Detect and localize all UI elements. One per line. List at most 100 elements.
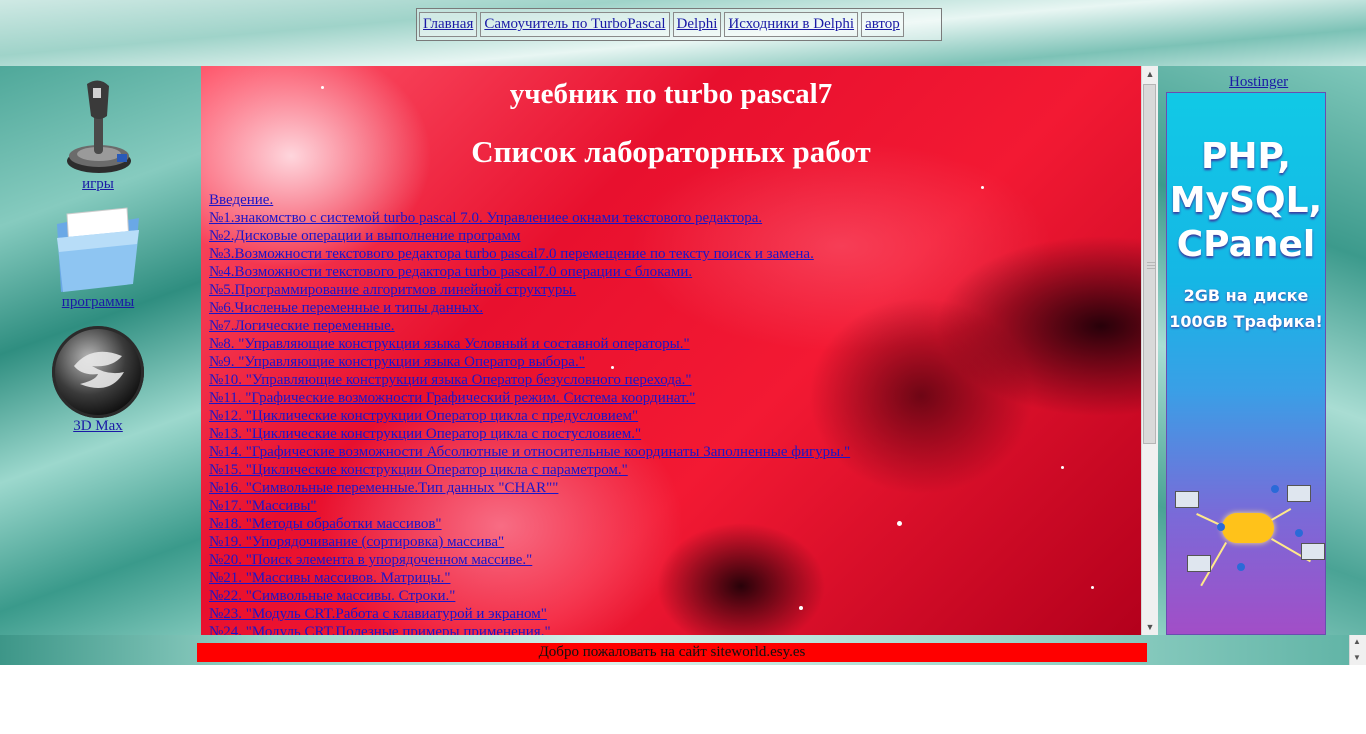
lab-list-item: №3.Возможности текстового редактора turb… <box>209 245 850 263</box>
main-scrollbar[interactable]: ▲ — — — ▼ <box>1141 66 1158 635</box>
lab-link[interactable]: №14. "Графические возможности Абсолютные… <box>209 444 850 460</box>
lab-list-item: Введение. <box>209 191 850 209</box>
scroll-up-arrow-icon[interactable]: ▲ <box>1142 66 1158 82</box>
lab-list-item: №5.Программирование алгоритмов линейной … <box>209 281 850 299</box>
sidebar-item-programs-label[interactable]: программы <box>18 294 178 311</box>
lab-list-item: №2.Дисковые операции и выполнение програ… <box>209 227 850 245</box>
lab-link[interactable]: №7.Логические переменные. <box>209 318 395 334</box>
sidebar-item-programs[interactable]: программы <box>18 204 178 311</box>
labs-list: Введение. №1.знакомство с системой turbo … <box>209 191 850 635</box>
nav-author-link[interactable]: автор <box>861 12 904 37</box>
top-nav: Главная Самоучитель по TurboPascal Delph… <box>416 8 942 41</box>
laptop-icon <box>1301 543 1325 560</box>
lab-link[interactable]: №8. "Управляющие конструкции языка Услов… <box>209 336 690 352</box>
network-node-icon <box>1271 485 1279 493</box>
3dmax-logo-icon[interactable] <box>52 326 144 418</box>
lab-list-item: №20. "Поиск элемента в упорядоченном мас… <box>209 551 850 569</box>
nav-delphi-sources-link[interactable]: Исходники в Delphi <box>724 12 859 37</box>
folder-icon[interactable] <box>53 204 143 294</box>
lab-list-item: №18. "Методы обработки массивов" <box>209 515 850 533</box>
lab-link[interactable]: №3.Возможности текстового редактора turb… <box>209 246 814 262</box>
lab-list-item: №15. "Циклические конструкции Оператор ц… <box>209 461 850 479</box>
nav-turbopascal-link[interactable]: Самоучитель по TurboPascal <box>480 12 670 37</box>
lab-list-item: №24. "Модуль CRT.Полезные примеры примен… <box>209 623 850 635</box>
lab-link[interactable]: №4.Возможности текстового редактора turb… <box>209 264 692 280</box>
lab-link[interactable]: №16. "Символьные переменные.Тип данных "… <box>209 480 558 496</box>
lab-list-item: №6.Численые переменные и типы данных. <box>209 299 850 317</box>
lab-link[interactable]: №5.Программирование алгоритмов линейной … <box>209 282 576 298</box>
lab-link[interactable]: №21. "Массивы массивов. Матрицы." <box>209 570 451 586</box>
lab-list-item: №7.Логические переменные. <box>209 317 850 335</box>
lab-list-item: №8. "Управляющие конструкции языка Услов… <box>209 335 850 353</box>
star-decoration <box>1091 586 1094 589</box>
ad-headline: PHP, MySQL, CPanel <box>1167 135 1325 267</box>
star-decoration <box>897 521 902 526</box>
lab-list-item: №4.Возможности текстового редактора turb… <box>209 263 850 281</box>
network-node-icon <box>1217 523 1225 531</box>
cloud-icon <box>1222 513 1274 543</box>
lab-link[interactable]: Введение. <box>209 192 273 208</box>
ad-headline-line: PHP, <box>1201 136 1291 177</box>
ad-features: 2GB на диске 100GB Трафика! <box>1167 283 1325 335</box>
lab-link[interactable]: №13. "Циклические конструкции Оператор ц… <box>209 426 641 442</box>
star-decoration <box>1061 466 1064 469</box>
lab-list-item: №11. "Графические возможности Графически… <box>209 389 850 407</box>
scroll-thumb[interactable]: — — — <box>1143 84 1156 444</box>
scroll-down-arrow-icon[interactable]: ▼ <box>1142 619 1158 635</box>
ad-headline-line: CPanel <box>1176 224 1316 265</box>
lab-list-item: №21. "Массивы массивов. Матрицы." <box>209 569 850 587</box>
footer-scroll-down-icon[interactable]: ▼ <box>1353 653 1361 662</box>
joystick-icon[interactable] <box>63 76 133 176</box>
lab-link[interactable]: №23. "Модуль CRT.Работа с клавиатурой и … <box>209 606 547 622</box>
sidebar-item-games-label[interactable]: игры <box>18 176 178 193</box>
lab-list-item: №12. "Циклические конструкции Оператор ц… <box>209 407 850 425</box>
ad-feature-traffic: 100GB Трафика! <box>1169 312 1323 331</box>
page-title: учебник по turbo pascal7 <box>509 78 833 110</box>
lab-list-item: №17. "Массивы" <box>209 497 850 515</box>
sidebar-item-3dmax[interactable]: 3D Max <box>18 326 178 435</box>
lab-link[interactable]: №18. "Методы обработки массивов" <box>209 516 442 532</box>
hosting-ad-banner[interactable]: PHP, MySQL, CPanel 2GB на диске 100GB Тр… <box>1166 92 1326 635</box>
lab-link[interactable]: №19. "Упорядочивание (сортировка) массив… <box>209 534 504 550</box>
lab-list-item: №14. "Графические возможности Абсолютные… <box>209 443 850 461</box>
lab-link[interactable]: №9. "Управляющие конструкции языка Опера… <box>209 354 585 370</box>
lab-link[interactable]: №22. "Символьные массивы. Строки." <box>209 588 455 604</box>
network-node-icon <box>1295 529 1303 537</box>
lab-link[interactable]: №6.Численые переменные и типы данных. <box>209 300 483 316</box>
welcome-footer: Добро пожаловать на сайт siteworld.esy.e… <box>197 643 1147 662</box>
lab-link[interactable]: №12. "Циклические конструкции Оператор ц… <box>209 408 638 424</box>
network-node-icon <box>1237 563 1245 571</box>
star-decoration <box>981 186 984 189</box>
lab-list-item: №23. "Модуль CRT.Работа с клавиатурой и … <box>209 605 850 623</box>
nav-home-link[interactable]: Главная <box>419 12 478 37</box>
lab-link[interactable]: №20. "Поиск элемента в упорядоченном мас… <box>209 552 532 568</box>
lab-link[interactable]: №11. "Графические возможности Графически… <box>209 390 695 406</box>
lab-link[interactable]: №17. "Массивы" <box>209 498 317 514</box>
lab-link[interactable]: №24. "Модуль CRT.Полезные примеры примен… <box>209 624 551 635</box>
main-content: учебник по turbo pascal7 Список лаборато… <box>201 66 1141 635</box>
laptop-icon <box>1175 491 1199 508</box>
lab-list-item: №13. "Циклические конструкции Оператор ц… <box>209 425 850 443</box>
sidebar-item-3dmax-label[interactable]: 3D Max <box>18 418 178 435</box>
nav-delphi-link[interactable]: Delphi <box>672 12 722 37</box>
ad-feature-disk: 2GB на диске <box>1183 286 1309 305</box>
lab-list-item: №9. "Управляющие конструкции языка Опера… <box>209 353 850 371</box>
lab-link[interactable]: №10. "Управляющие конструкции языка Опер… <box>209 372 692 388</box>
laptop-icon <box>1187 555 1211 572</box>
lab-link[interactable]: №15. "Циклические конструкции Оператор ц… <box>209 462 628 478</box>
grip-icon: — — — <box>1147 257 1155 272</box>
hostinger-link[interactable]: Hostinger <box>1229 74 1288 91</box>
ad-headline-line: MySQL, <box>1169 180 1323 221</box>
lab-list-item: №10. "Управляющие конструкции языка Опер… <box>209 371 850 389</box>
lab-link[interactable]: №2.Дисковые операции и выполнение програ… <box>209 228 520 244</box>
laptop-icon <box>1287 485 1311 502</box>
labs-heading: Список лабораторных работ <box>471 134 871 169</box>
lab-list-item: №16. "Символьные переменные.Тип данных "… <box>209 479 850 497</box>
lab-link[interactable]: №1.знакомство с системой turbo pascal 7.… <box>209 210 762 226</box>
sidebar-item-games[interactable]: игры <box>18 76 178 193</box>
lab-list-item: №1.знакомство с системой turbo pascal 7.… <box>209 209 850 227</box>
lab-list-item: №19. "Упорядочивание (сортировка) массив… <box>209 533 850 551</box>
footer-scroll-up-icon[interactable]: ▲ <box>1353 637 1361 646</box>
lab-list-item: №22. "Символьные массивы. Строки." <box>209 587 850 605</box>
footer-scrollbar[interactable]: ▲ ▼ <box>1349 635 1366 665</box>
